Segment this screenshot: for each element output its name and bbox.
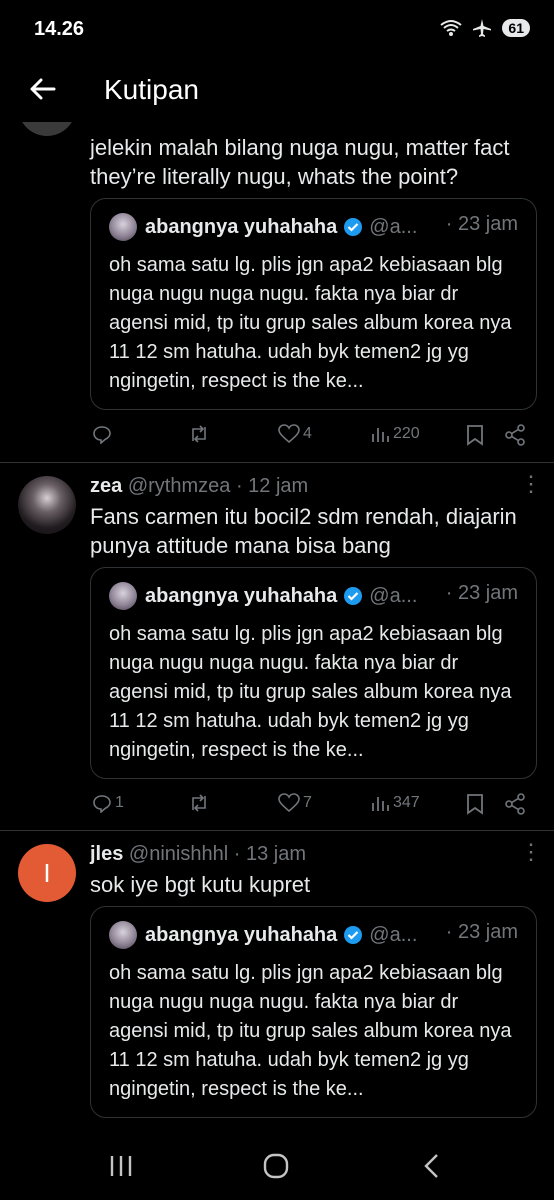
reply-button[interactable]: 1	[92, 793, 124, 813]
quoted-author-name: abangnya yuhahaha	[145, 923, 338, 946]
bookmark-icon[interactable]	[466, 424, 484, 446]
avatar	[109, 921, 137, 949]
status-icons: 61	[440, 18, 530, 38]
reply-count: 1	[115, 794, 124, 811]
avatar	[109, 582, 137, 610]
view-count: 220	[393, 425, 420, 442]
divider	[0, 462, 554, 463]
author-name[interactable]: zea	[90, 475, 122, 497]
verified-badge-icon	[344, 587, 363, 605]
like-count: 4	[303, 425, 312, 442]
verified-badge-icon	[344, 926, 363, 944]
like-button[interactable]: 7	[278, 793, 312, 813]
heart-icon	[278, 424, 300, 444]
airplane-icon	[473, 19, 492, 37]
views-button[interactable]: 347	[370, 793, 420, 813]
repost-icon	[192, 794, 206, 812]
back-arrow-icon[interactable]	[28, 74, 58, 104]
more-options-icon[interactable]: ⋮	[520, 841, 542, 863]
tweet-text: sok iye bgt kutu kupret	[90, 872, 311, 897]
quoted-author-handle: @a...	[369, 215, 418, 238]
quoted-author-name: abangnya yuhahaha	[145, 584, 338, 607]
battery-level: 61	[502, 19, 530, 37]
reply-button[interactable]	[92, 424, 115, 444]
quoted-tweet[interactable]: abangnya yuhahaha @a... · 23 jam oh sama…	[90, 906, 537, 1118]
quoted-timestamp: · 23 jam	[445, 921, 518, 943]
repost-button[interactable]	[188, 424, 210, 444]
tweet-text: jelekin malah bilang nuga nugu, matter f…	[90, 135, 510, 189]
reply-icon	[93, 426, 111, 444]
quoted-tweet[interactable]: abangnya yuhahaha @a... · 23 jam oh sama…	[90, 198, 537, 410]
bookmark-icon[interactable]	[466, 793, 484, 815]
more-options-icon[interactable]: ⋮	[520, 473, 542, 495]
top-bar: Kutipan	[0, 60, 554, 122]
quoted-tweet[interactable]: abangnya yuhahaha @a... · 23 jam oh sama…	[90, 567, 537, 779]
views-icon	[372, 428, 389, 442]
quoted-author-handle: @a...	[369, 584, 418, 607]
author-name[interactable]: jles	[90, 843, 123, 865]
back-icon[interactable]	[422, 1153, 442, 1179]
quoted-header: abangnya yuhahaha @a...	[109, 213, 417, 241]
tweet-header: jles @ninishhhl · 13 jam	[90, 843, 306, 866]
quoted-timestamp: · 23 jam	[445, 582, 518, 604]
divider	[0, 830, 554, 831]
quoted-text: oh sama satu lg. plis jgn apa2 kebiasaan…	[109, 623, 512, 761]
quoted-author-name: abangnya yuhahaha	[145, 215, 338, 238]
status-bar: 14.26 61	[0, 0, 554, 60]
recent-apps-icon[interactable]	[108, 1154, 134, 1178]
repost-button[interactable]	[188, 793, 210, 813]
tweet-header: zea @rythmzea · 12 jam	[90, 475, 308, 498]
avatar[interactable]	[18, 476, 76, 534]
views-icon	[372, 797, 389, 811]
wifi-icon	[440, 20, 463, 36]
author-handle[interactable]: @ninishhhl	[129, 843, 228, 865]
reply-icon	[93, 795, 111, 813]
tweet-timestamp: · 12 jam	[235, 475, 309, 497]
like-button[interactable]: 4	[278, 424, 312, 444]
tweet-text: Fans carmen itu bocil2 sdm rendah, diaja…	[90, 504, 517, 558]
avatar-letter: I	[43, 857, 51, 888]
view-count: 347	[393, 794, 420, 811]
page-title: Kutipan	[104, 74, 199, 105]
quoted-text: oh sama satu lg. plis jgn apa2 kebiasaan…	[109, 962, 512, 1100]
avatar[interactable]: I	[18, 844, 76, 902]
quoted-header: abangnya yuhahaha @a...	[109, 582, 417, 610]
heart-icon	[278, 793, 300, 813]
author-handle[interactable]: @rythmzea	[128, 475, 231, 497]
home-icon[interactable]	[263, 1153, 289, 1179]
system-nav-bar	[0, 1132, 554, 1200]
avatar	[109, 213, 137, 241]
quoted-header: abangnya yuhahaha @a...	[109, 921, 417, 949]
quoted-timestamp: · 23 jam	[445, 213, 518, 235]
share-icon[interactable]	[504, 424, 526, 446]
tweet-timestamp: · 13 jam	[233, 843, 306, 865]
repost-icon	[192, 425, 206, 443]
views-button[interactable]: 220	[370, 424, 420, 444]
verified-badge-icon	[344, 218, 363, 236]
status-time: 14.26	[34, 18, 85, 40]
share-icon[interactable]	[504, 793, 526, 815]
quoted-text: oh sama satu lg. plis jgn apa2 kebiasaan…	[109, 254, 512, 392]
quoted-author-handle: @a...	[369, 923, 418, 946]
like-count: 7	[303, 794, 312, 811]
